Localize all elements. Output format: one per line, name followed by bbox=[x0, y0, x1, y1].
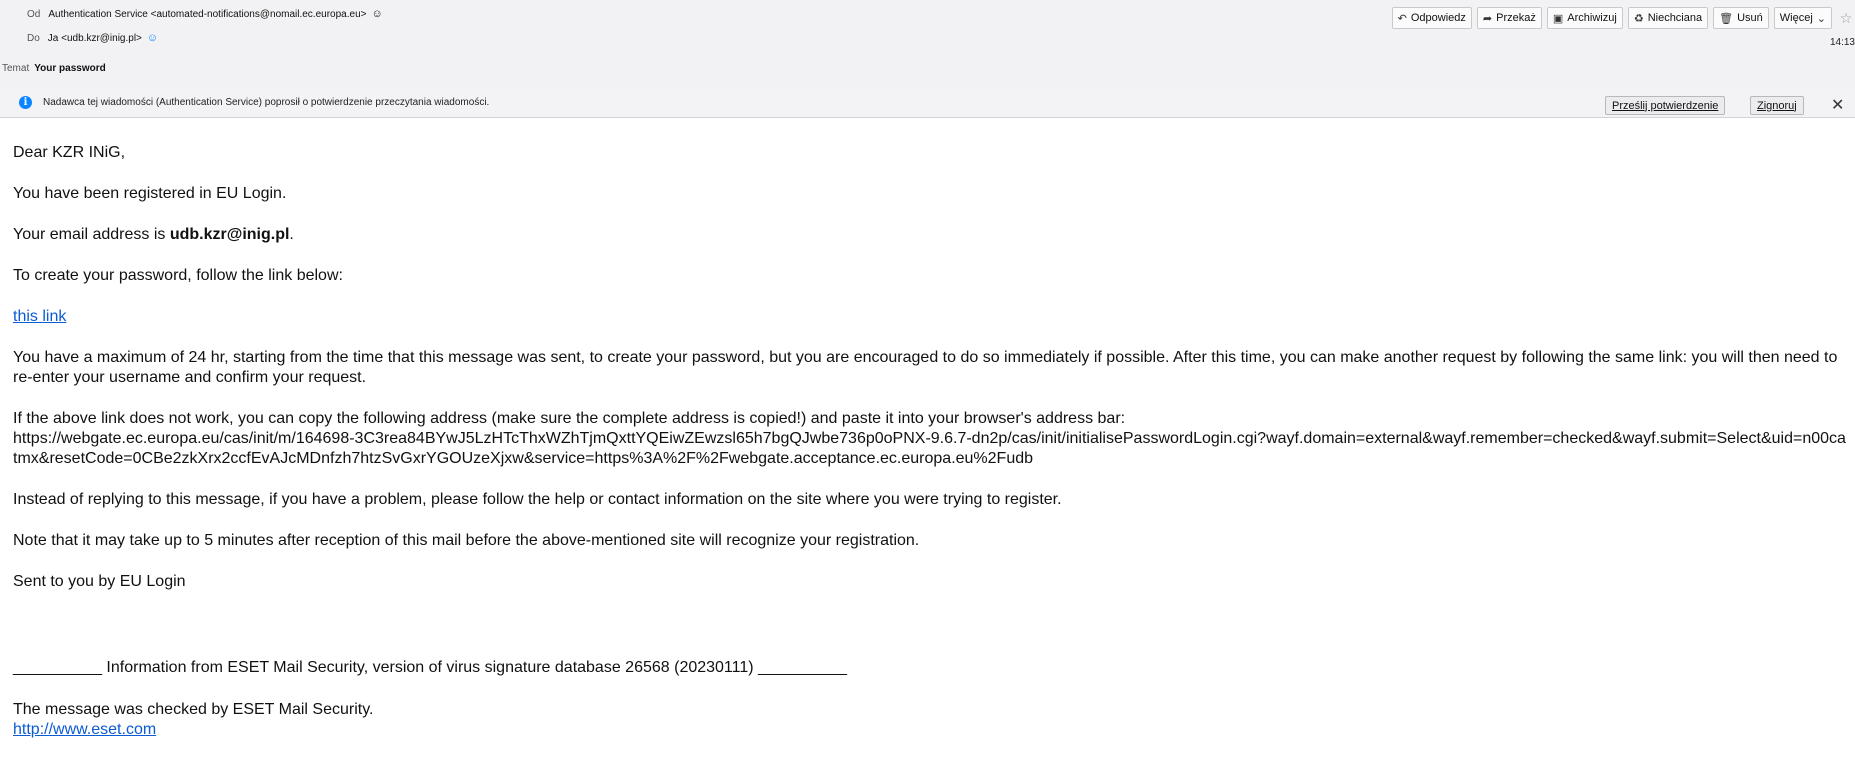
to-value[interactable]: Ja <udb.kzr@inig.pl> bbox=[48, 33, 142, 44]
to-row: Do Ja <udb.kzr@inig.pl> ☺ bbox=[27, 33, 158, 45]
email-suffix: . bbox=[289, 226, 294, 243]
read-receipt-bar: i Nadawca tej wiadomości (Authentication… bbox=[0, 88, 1855, 118]
verified-icon[interactable]: ☺ bbox=[147, 33, 158, 44]
password-link[interactable]: this link bbox=[13, 308, 66, 325]
info-icon: i bbox=[19, 96, 32, 109]
to-label: Do bbox=[27, 33, 40, 44]
delete-button[interactable]: 🗑 Usuń bbox=[1713, 7, 1769, 29]
subject-row: Temat Your password bbox=[2, 63, 106, 74]
reply-label: Odpowiedz bbox=[1410, 12, 1466, 24]
email-prefix: Your email address is bbox=[13, 226, 170, 243]
delete-label: Usuń bbox=[1737, 12, 1763, 24]
copy-instruction: If the above link does not work, you can… bbox=[13, 409, 1848, 469]
reply-icon: ↶ bbox=[1397, 12, 1407, 25]
ignore-button[interactable]: Zignoruj bbox=[1750, 96, 1804, 115]
contact-icon[interactable]: ☺ bbox=[371, 9, 382, 20]
message-toolbar: ↶ Odpowiedz ➦ Przekaż ▣ Archiwizuj ♻ Niechci… bbox=[1391, 7, 1855, 29]
from-value[interactable]: Authentication Service <automated-notifi… bbox=[48, 9, 366, 20]
send-receipt-button[interactable]: Prześlij potwierdzenie bbox=[1605, 96, 1726, 115]
more-label: Więcej bbox=[1779, 12, 1813, 24]
reply-button[interactable]: ↶ Odpowiedz bbox=[1391, 7, 1472, 29]
create-instruction: To create your password, follow the link… bbox=[13, 267, 343, 284]
email-address: udb.kzr@inig.pl bbox=[169, 226, 290, 243]
greeting: Dear KZR INiG, bbox=[13, 144, 126, 161]
note-text: Note that it may take up to 5 minutes af… bbox=[13, 532, 920, 549]
trash-icon: 🗑 bbox=[1719, 12, 1734, 25]
chevron-down-icon: ⌄ bbox=[1816, 12, 1826, 25]
problem-text: Instead of replying to this message, if … bbox=[13, 491, 1062, 508]
junk-icon: ♻ bbox=[1633, 12, 1644, 25]
more-button[interactable]: Więcej ⌄ bbox=[1773, 7, 1832, 29]
archive-icon: ▣ bbox=[1552, 12, 1564, 25]
message-header: Od Authentication Service <automated-not… bbox=[0, 0, 1855, 88]
subject-label: Temat bbox=[2, 63, 30, 74]
close-icon[interactable]: ✕ bbox=[1831, 95, 1844, 115]
password-url: https://webgate.ec.europa.eu/cas/init/m/… bbox=[13, 430, 1846, 467]
forward-label: Przekaż bbox=[1496, 12, 1536, 24]
from-label: Od bbox=[27, 9, 41, 20]
forward-button[interactable]: ➦ Przekaż bbox=[1476, 7, 1542, 29]
from-row: Od Authentication Service <automated-not… bbox=[27, 9, 383, 21]
registered-text: You have been registered in EU Login. bbox=[13, 185, 287, 202]
eset-info: __________ Information from ESET Mail Se… bbox=[13, 659, 848, 676]
read-receipt-text: Nadawca tej wiadomości (Authentication S… bbox=[43, 97, 490, 108]
message-body: Dear KZR INiG, You have been registered … bbox=[13, 143, 1848, 740]
message-time: 14:13 bbox=[1829, 37, 1855, 48]
junk-button[interactable]: ♻ Niechciana bbox=[1627, 7, 1709, 29]
star-icon[interactable]: ☆ bbox=[1837, 7, 1855, 29]
time-limit-text: You have a maximum of 24 hr, starting fr… bbox=[13, 349, 1838, 386]
signature: Sent to you by EU Login bbox=[13, 573, 186, 590]
archive-label: Archiwizuj bbox=[1567, 12, 1617, 24]
archive-button[interactable]: ▣ Archiwizuj bbox=[1546, 7, 1623, 29]
email-text: Your email address is udb.kzr@inig.pl. bbox=[13, 225, 1848, 245]
eset-link[interactable]: http://www.eset.com bbox=[13, 721, 156, 738]
subject-value: Your password bbox=[34, 63, 106, 74]
copy-instruction-text: If the above link does not work, you can… bbox=[13, 410, 1126, 427]
eset-checked: The message was checked by ESET Mail Sec… bbox=[13, 701, 374, 718]
junk-label: Niechciana bbox=[1647, 12, 1703, 24]
forward-icon: ➦ bbox=[1482, 12, 1493, 25]
